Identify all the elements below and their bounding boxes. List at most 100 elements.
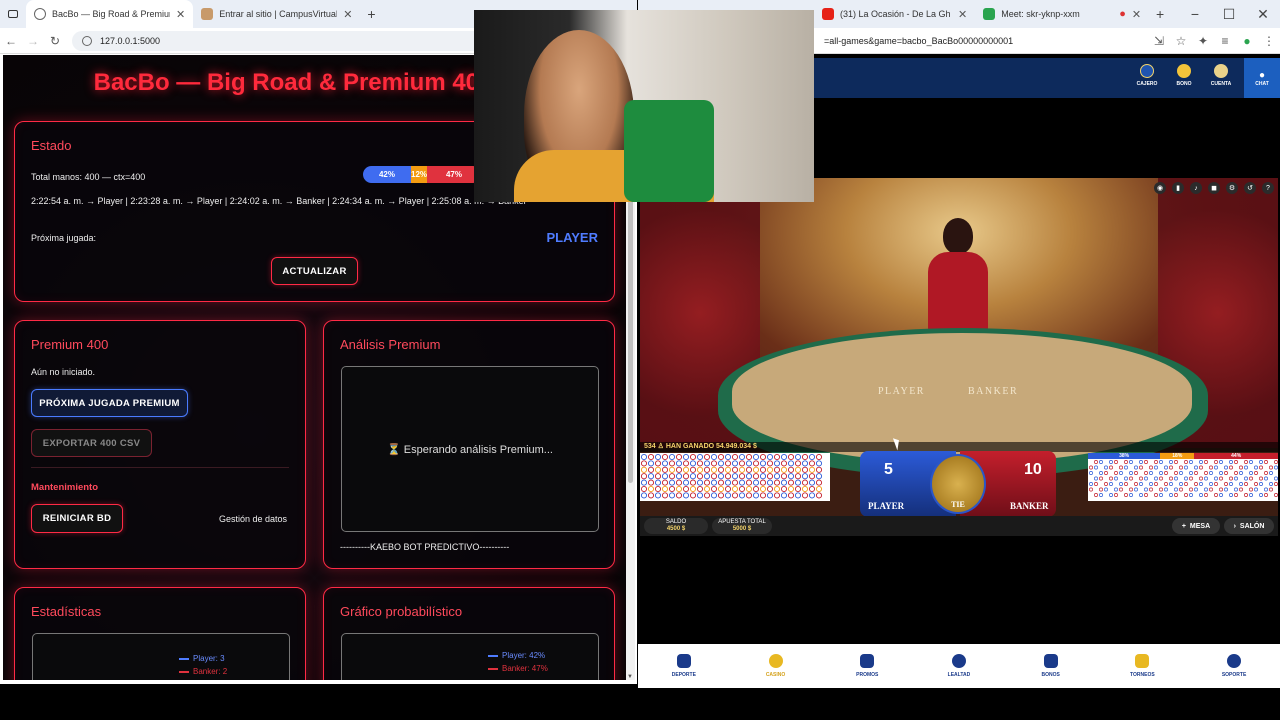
big-road-dot: [1229, 460, 1233, 464]
next-premium-button[interactable]: PRÓXIMA JUGADA PREMIUM: [31, 389, 188, 417]
bead-road-dot: [696, 460, 704, 467]
nav-soporte[interactable]: SOPORTE: [1204, 654, 1264, 678]
big-road-dot: [1209, 487, 1213, 492]
maximize-icon[interactable]: ☐: [1212, 0, 1246, 28]
big-road-dot: [1109, 460, 1113, 464]
bead-road-dot: [766, 453, 774, 461]
media-controls-icon[interactable]: ≡: [1214, 34, 1236, 48]
cuenta-menu[interactable]: CUENTA: [1206, 64, 1236, 87]
reset-db-button[interactable]: REINICIAR BD: [31, 504, 123, 533]
tab-youtube[interactable]: (31) La Ocasión - De La Gh ✕: [814, 0, 975, 28]
salon-button[interactable]: › SALÓN: [1224, 518, 1274, 534]
bead-road-dot: [745, 466, 753, 473]
big-road-dot: [1194, 487, 1198, 492]
big-road-dot: [1234, 460, 1238, 464]
camera-icon[interactable]: ◼: [1208, 182, 1220, 194]
bead-road-dot: [794, 485, 802, 493]
bead-road-dot: [640, 492, 648, 499]
big-road-dot: [1104, 465, 1108, 470]
analysis-waiting-text: ⏳ Esperando análisis Premium...: [387, 443, 553, 456]
tab-bacbo[interactable]: BacBo — Big Road & Premium 40 ✕: [26, 0, 194, 28]
forward-icon[interactable]: →: [22, 34, 44, 48]
bead-road-dot: [647, 492, 655, 499]
site-info-icon[interactable]: [82, 35, 92, 46]
nav-casino[interactable]: CASINO: [746, 654, 806, 678]
new-tab-icon[interactable]: +: [360, 0, 382, 28]
tie-bet-spot[interactable]: TIE: [930, 454, 986, 514]
big-road-dot: [1099, 487, 1103, 492]
install-icon[interactable]: ⇲: [1148, 34, 1170, 48]
big-road-dot: [1244, 493, 1248, 497]
big-road-dot: [1199, 482, 1203, 486]
deporte-icon: [676, 654, 691, 668]
reload-icon[interactable]: ↻: [44, 34, 66, 48]
bead-road-dot: [710, 460, 718, 467]
nav-deporte[interactable]: DEPORTE: [654, 654, 714, 678]
chat-button[interactable]: ● CHAT: [1244, 58, 1280, 98]
big-road-dot: [1154, 460, 1158, 464]
help-icon[interactable]: ?: [1262, 182, 1274, 194]
bookmark-star-icon[interactable]: ☆: [1170, 34, 1192, 48]
settings-gear-icon[interactable]: ⚙: [1226, 182, 1238, 194]
bead-road-dot: [815, 479, 823, 486]
tab-campus-virtual[interactable]: Entrar al sitio | CampusVirtual - B ✕: [193, 0, 360, 28]
extensions-icon[interactable]: ✦: [1192, 34, 1214, 48]
globe-icon: [34, 8, 46, 20]
bead-road-dot: [724, 453, 732, 461]
export-csv-button[interactable]: EXPORTAR 400 CSV: [31, 429, 152, 457]
big-road-dot: [1239, 487, 1243, 492]
bead-road-dot: [794, 492, 802, 499]
nav-promos[interactable]: PROMOS: [837, 654, 897, 678]
big-road-dot: [1194, 482, 1198, 486]
nav-bonos[interactable]: BONOS: [1021, 654, 1081, 678]
big-road-dot: [1254, 465, 1258, 470]
video-icon[interactable]: ▮: [1172, 182, 1184, 194]
profile-avatar[interactable]: ●: [1236, 34, 1258, 48]
right-road-pct-bar: 38% 18% 44%: [1088, 453, 1278, 459]
legend-banker: Banker: 2: [179, 667, 227, 676]
bead-road-dot: [682, 479, 690, 486]
big-road-dot: [1124, 493, 1128, 497]
bead-road-dot: [661, 485, 669, 493]
bead-road-dot: [773, 485, 781, 493]
bead-road-dot: [710, 485, 718, 493]
big-road-dot: [1144, 487, 1148, 492]
nav-torneos[interactable]: TORNEOS: [1112, 654, 1172, 678]
new-tab-icon[interactable]: +: [1149, 0, 1171, 28]
close-window-icon[interactable]: ✕: [1246, 0, 1280, 28]
mesa-button[interactable]: + MESA: [1172, 518, 1220, 534]
url-input[interactable]: =all-games&game=bacbo_BacBo00000000001: [814, 30, 1148, 51]
saldo-pill: SALDO 4500 $: [644, 518, 708, 534]
minimize-icon[interactable]: −: [1178, 0, 1212, 28]
bead-road-dot: [766, 492, 774, 499]
close-tab-icon[interactable]: ✕: [343, 8, 352, 21]
bead-road-dot: [654, 453, 662, 461]
scroll-down-icon[interactable]: ▼: [627, 674, 633, 680]
bead-road-dot: [689, 460, 697, 467]
big-road-dot: [1104, 487, 1108, 492]
tab-meet[interactable]: Meet: skr-yknp-xxm ● ✕: [975, 0, 1149, 28]
close-tab-icon[interactable]: ✕: [176, 8, 185, 21]
close-tab-icon[interactable]: ✕: [1132, 8, 1141, 21]
back-icon[interactable]: ←: [0, 34, 22, 48]
bead-road-dot: [794, 473, 802, 480]
table-player-label: PLAYER: [878, 386, 925, 397]
volume-icon[interactable]: ♪: [1190, 182, 1202, 194]
tab-search-icon[interactable]: [0, 0, 26, 28]
cajero-menu[interactable]: CAJERO: [1132, 64, 1162, 87]
bono-menu[interactable]: BONO: [1169, 64, 1199, 87]
bead-road-dot: [808, 492, 816, 499]
nav-lealtad[interactable]: LEALTAD: [929, 654, 989, 678]
bead-road-dot: [668, 479, 676, 486]
bead-road-dot: [731, 473, 739, 480]
chips-icon[interactable]: ◉: [1154, 182, 1166, 194]
big-road-dot: [1274, 465, 1278, 470]
bead-road-dot: [738, 485, 746, 493]
bead-road-dot: [724, 473, 732, 480]
legend-banker-text: Banker: 47%: [502, 664, 548, 673]
more-menu-icon[interactable]: ⋮: [1258, 34, 1280, 48]
history-icon[interactable]: ↺: [1244, 182, 1256, 194]
close-tab-icon[interactable]: ✕: [958, 8, 967, 21]
refresh-button[interactable]: ACTUALIZAR: [271, 257, 358, 285]
big-road-dot: [1094, 493, 1098, 497]
